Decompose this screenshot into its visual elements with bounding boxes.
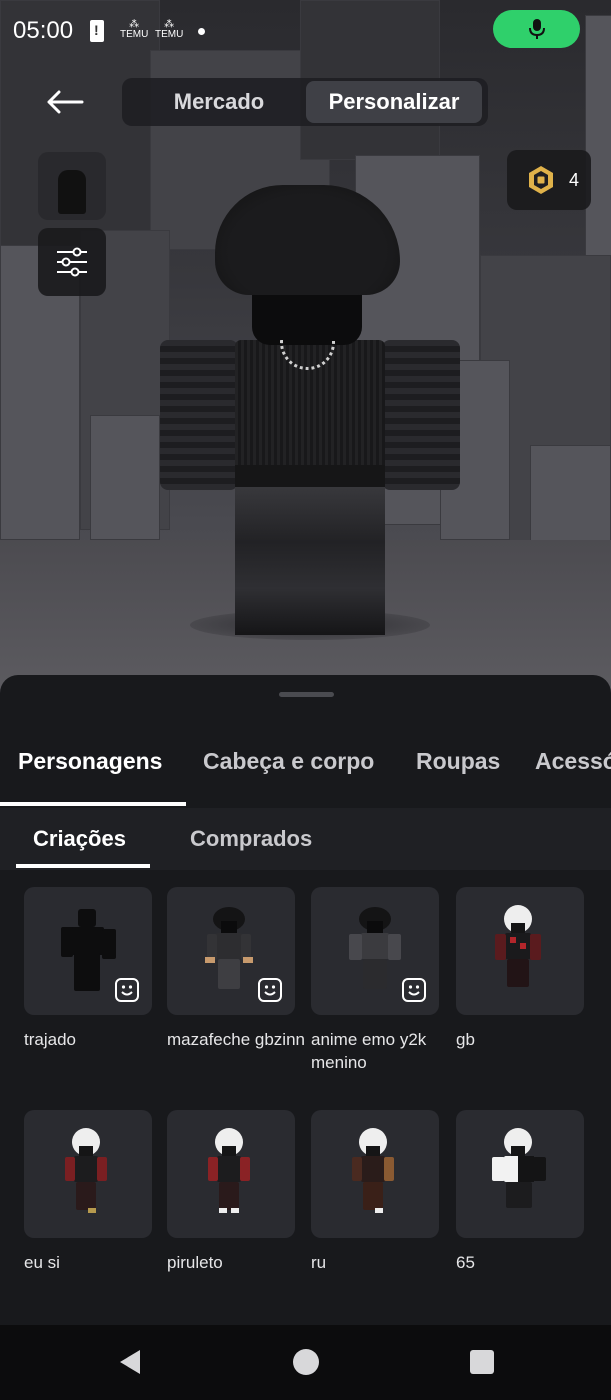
- recents-square-icon[interactable]: [469, 1347, 495, 1377]
- character-card[interactable]: [311, 1110, 439, 1238]
- settings-button[interactable]: [38, 228, 106, 296]
- sheet-drag-handle[interactable]: [279, 692, 334, 697]
- status-time: 05:00: [13, 17, 74, 44]
- temu-icon: ⁂ TEMU: [155, 19, 184, 40]
- back-button[interactable]: [38, 80, 92, 124]
- character-name: trajado: [24, 1030, 76, 1049]
- arrow-left-icon: [47, 90, 84, 114]
- avatar-model[interactable]: [160, 180, 460, 650]
- tab-mercado[interactable]: Mercado: [134, 81, 304, 123]
- character-name: piruleto: [167, 1253, 223, 1272]
- background-block: [90, 415, 160, 540]
- character-card[interactable]: [456, 887, 584, 1015]
- status-bar: 05:00 ⁂TEMU ⁂TEMU: [0, 0, 611, 62]
- active-tab-indicator: [0, 802, 186, 806]
- tab-personagens[interactable]: Personagens: [18, 748, 162, 775]
- robux-balance-button[interactable]: 4: [507, 150, 591, 210]
- system-navigation-bar: [0, 1325, 611, 1400]
- back-triangle-icon[interactable]: [116, 1347, 144, 1377]
- background-block: [530, 445, 611, 555]
- sliders-icon: [57, 247, 87, 277]
- robux-count: 4: [569, 170, 580, 190]
- store-mode-switcher: Mercado Personalizar: [122, 78, 488, 126]
- character-card[interactable]: [167, 887, 295, 1015]
- home-circle-icon[interactable]: [291, 1347, 321, 1377]
- character-card[interactable]: [167, 1110, 295, 1238]
- character-thumbnail: [352, 1128, 394, 1213]
- character-card[interactable]: [311, 887, 439, 1015]
- dot-icon: [198, 28, 205, 35]
- tab-roupas[interactable]: Roupas: [416, 748, 500, 775]
- character-name: 65: [456, 1253, 475, 1272]
- sub-tabs: Criações Comprados: [0, 808, 611, 870]
- character-name: anime emo y2k menino: [311, 1030, 427, 1072]
- temu-icon: ⁂ TEMU: [120, 19, 149, 40]
- category-tabs: Personagens Cabeça e corpo Roupas Acessó: [0, 730, 611, 808]
- character-thumbnail: [492, 1128, 546, 1208]
- tab-comprados[interactable]: Comprados: [190, 826, 312, 852]
- tab-acessorios[interactable]: Acessó: [535, 748, 611, 775]
- character-name: eu si: [24, 1253, 60, 1272]
- avatar-belt: [235, 465, 385, 487]
- customize-sheet: Personagens Cabeça e corpo Roupas Acessó…: [0, 675, 611, 1325]
- avatar-thumbnail-button[interactable]: [38, 152, 106, 220]
- character-card[interactable]: [456, 1110, 584, 1238]
- microphone-indicator[interactable]: [493, 10, 580, 48]
- smiley-face-icon: [258, 978, 282, 1002]
- character-name: mazafeche gbzinn: [167, 1030, 305, 1049]
- character-card[interactable]: [24, 887, 152, 1015]
- battery-alert-icon: [90, 20, 104, 42]
- avatar-hair: [215, 185, 400, 295]
- avatar-left-arm: [160, 340, 238, 490]
- avatar-thumbnail: [58, 170, 86, 214]
- robux-icon: [529, 166, 553, 194]
- character-thumbnail: [495, 905, 541, 987]
- active-subtab-indicator: [16, 864, 150, 868]
- character-name: gb: [456, 1030, 475, 1049]
- avatar-left-leg: [235, 480, 310, 635]
- character-thumbnail: [208, 1128, 250, 1213]
- tab-personalizar[interactable]: Personalizar: [306, 81, 482, 123]
- tab-cabeca-e-corpo[interactable]: Cabeça e corpo: [203, 748, 374, 775]
- tab-criacoes[interactable]: Criações: [33, 826, 126, 852]
- character-name: ru: [311, 1253, 327, 1272]
- avatar-right-arm: [382, 340, 460, 490]
- character-thumbnail: [65, 1128, 107, 1213]
- character-card[interactable]: [24, 1110, 152, 1238]
- avatar-right-leg: [310, 480, 385, 635]
- microphone-icon: [529, 19, 545, 39]
- smiley-face-icon: [402, 978, 426, 1002]
- smiley-face-icon: [115, 978, 139, 1002]
